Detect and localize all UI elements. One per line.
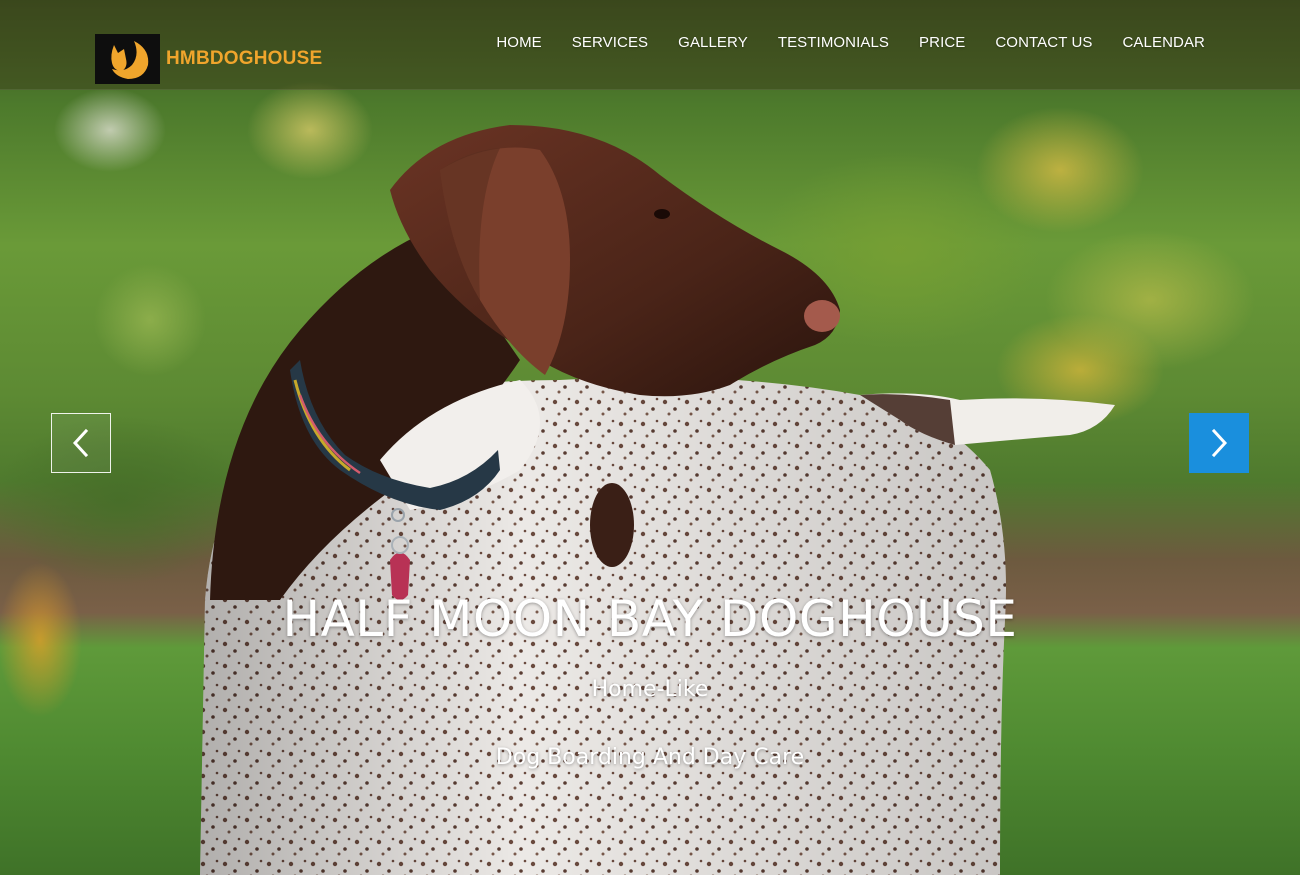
- chevron-right-icon: [1211, 428, 1228, 458]
- site-logo[interactable]: HMBDOGHOUSE: [95, 34, 322, 84]
- nav-item-gallery[interactable]: GALLERY: [678, 34, 748, 51]
- nav-item-testimonials[interactable]: TESTIMONIALS: [778, 34, 889, 51]
- nav-item-calendar[interactable]: CALENDAR: [1123, 34, 1206, 51]
- nav-item-home[interactable]: HOME: [496, 34, 541, 51]
- dog-moon-logo-icon: [95, 34, 160, 84]
- slide-title: HALF MOON BAY DOGHOUSE: [282, 590, 1018, 648]
- carousel-prev-button[interactable]: [51, 413, 111, 473]
- nav-item-services[interactable]: SERVICES: [572, 34, 648, 51]
- nav-item-price[interactable]: PRICE: [919, 34, 965, 51]
- brand-name: HMBDOGHOUSE: [166, 48, 323, 69]
- chevron-left-icon: [72, 428, 89, 458]
- main-nav: HOME SERVICES GALLERY TESTIMONIALS PRICE…: [496, 34, 1205, 51]
- carousel-next-button[interactable]: [1189, 413, 1249, 473]
- top-navbar: HMBDOGHOUSE HOME SERVICES GALLERY TESTIM…: [0, 0, 1300, 90]
- nav-item-contact-us[interactable]: CONTACT US: [995, 34, 1092, 51]
- slide-tagline: Dog Boarding And Day Care: [495, 745, 805, 770]
- hero-carousel: HMBDOGHOUSE HOME SERVICES GALLERY TESTIM…: [0, 0, 1300, 875]
- dog-photo: [200, 125, 1115, 875]
- slide-subtitle: Home-Like: [591, 677, 709, 702]
